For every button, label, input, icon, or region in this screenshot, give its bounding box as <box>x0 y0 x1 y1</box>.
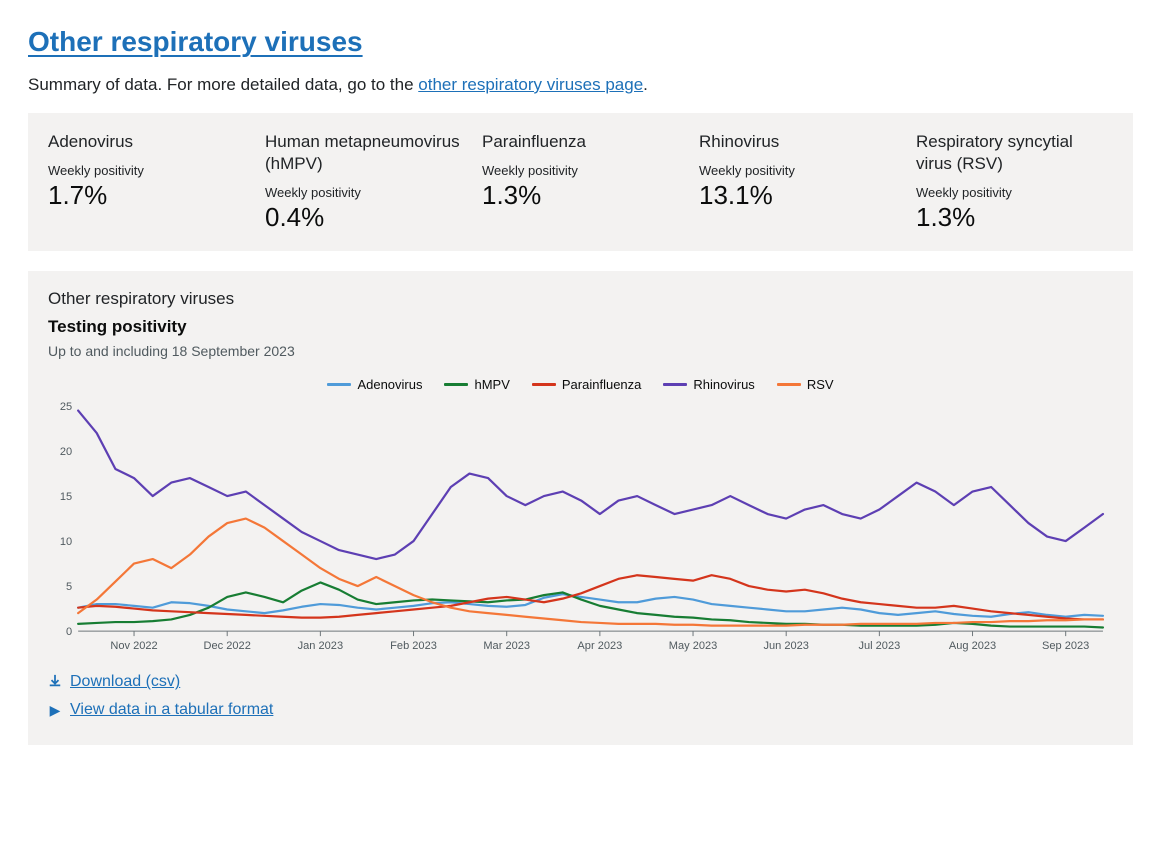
stat-name: Human metapneumovirus (hMPV) <box>265 131 462 175</box>
download-csv-label[interactable]: Download (csv) <box>70 673 180 691</box>
svg-text:Apr 2023: Apr 2023 <box>577 640 622 652</box>
legend-swatch <box>532 383 556 386</box>
intro-suffix: . <box>643 75 648 94</box>
stat-sublabel: Weekly positivity <box>699 163 896 178</box>
legend-item[interactable]: RSV <box>777 377 834 392</box>
legend-label: Parainfluenza <box>562 377 642 392</box>
stat-card: Human metapneumovirus (hMPV) Weekly posit… <box>265 131 462 233</box>
legend-label: hMPV <box>474 377 509 392</box>
stat-value: 0.4% <box>265 202 462 233</box>
legend-item[interactable]: Parainfluenza <box>532 377 642 392</box>
stat-value: 1.3% <box>916 202 1113 233</box>
intro-text: Summary of data. For more detailed data,… <box>28 75 1133 95</box>
stat-sublabel: Weekly positivity <box>916 185 1113 200</box>
svg-text:Nov 2022: Nov 2022 <box>110 640 157 652</box>
chevron-right-icon: ▶ <box>48 702 62 719</box>
chart-date: Up to and including 18 September 2023 <box>48 343 1113 359</box>
stat-name: Parainfluenza <box>482 131 679 153</box>
view-tabular-link[interactable]: ▶ View data in a tabular format <box>48 701 1113 719</box>
svg-text:Feb 2023: Feb 2023 <box>390 640 437 652</box>
legend-swatch <box>777 383 801 386</box>
svg-text:10: 10 <box>60 536 72 548</box>
page-title[interactable]: Other respiratory viruses <box>28 26 1133 58</box>
stat-sublabel: Weekly positivity <box>265 185 462 200</box>
svg-text:Mar 2023: Mar 2023 <box>483 640 530 652</box>
svg-text:May 2023: May 2023 <box>669 640 718 652</box>
chart-title: Testing positivity <box>48 317 1113 337</box>
stat-name: Respiratory syncytial virus (RSV) <box>916 131 1113 175</box>
stat-sublabel: Weekly positivity <box>482 163 679 178</box>
download-icon <box>48 674 62 691</box>
svg-text:0: 0 <box>66 626 72 638</box>
stat-value: 1.3% <box>482 180 679 211</box>
legend-item[interactable]: Rhinovirus <box>663 377 754 392</box>
stat-card: Parainfluenza Weekly positivity 1.3% <box>482 131 679 233</box>
stats-panel: Adenovirus Weekly positivity 1.7% Human met… <box>28 113 1133 251</box>
chart-legend: Adenovirus hMPV Parainfluenza Rhinovirus RSV <box>48 377 1113 392</box>
svg-text:Aug 2023: Aug 2023 <box>949 640 996 652</box>
series-line <box>78 411 1103 559</box>
stat-name: Adenovirus <box>48 131 245 153</box>
svg-text:Jul 2023: Jul 2023 <box>858 640 900 652</box>
stat-name: Rhinovirus <box>699 131 896 153</box>
legend-swatch <box>444 383 468 386</box>
line-chart: 0 5 10 15 20 25 Nov 2022 Dec 2022 Jan 2023 Feb 20… <box>48 398 1113 659</box>
svg-text:Jun 2023: Jun 2023 <box>763 640 808 652</box>
svg-text:Dec 2022: Dec 2022 <box>204 640 251 652</box>
svg-text:25: 25 <box>60 401 72 413</box>
legend-label: Adenovirus <box>357 377 422 392</box>
legend-swatch <box>327 383 351 386</box>
download-csv-link[interactable]: Download (csv) <box>48 673 1113 691</box>
svg-text:Sep 2023: Sep 2023 <box>1042 640 1089 652</box>
legend-item[interactable]: Adenovirus <box>327 377 422 392</box>
intro-link[interactable]: other respiratory viruses page <box>418 75 643 94</box>
view-tabular-label[interactable]: View data in a tabular format <box>70 701 273 719</box>
stat-sublabel: Weekly positivity <box>48 163 245 178</box>
stat-value: 1.7% <box>48 180 245 211</box>
intro-prefix: Summary of data. For more detailed data,… <box>28 75 418 94</box>
chart-category: Other respiratory viruses <box>48 289 1113 309</box>
legend-item[interactable]: hMPV <box>444 377 509 392</box>
legend-label: RSV <box>807 377 834 392</box>
stat-card: Respiratory syncytial virus (RSV) Weekly … <box>916 131 1113 233</box>
stat-value: 13.1% <box>699 180 896 211</box>
svg-text:5: 5 <box>66 581 72 593</box>
legend-label: Rhinovirus <box>693 377 754 392</box>
svg-text:Jan 2023: Jan 2023 <box>298 640 343 652</box>
stat-card: Adenovirus Weekly positivity 1.7% <box>48 131 245 233</box>
chart-panel: Other respiratory viruses Testing positi… <box>28 271 1133 745</box>
stat-card: Rhinovirus Weekly positivity 13.1% <box>699 131 896 233</box>
legend-swatch <box>663 383 687 386</box>
svg-text:20: 20 <box>60 446 72 458</box>
svg-text:15: 15 <box>60 491 72 503</box>
